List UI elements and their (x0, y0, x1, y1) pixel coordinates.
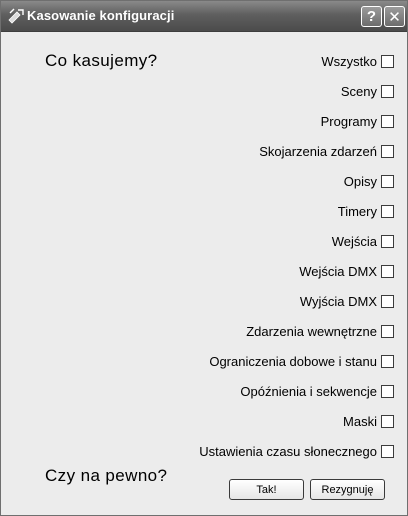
option-wejscia[interactable]: Wejścia (331, 233, 394, 249)
option-wyjscia-dmx[interactable]: Wyjścia DMX (299, 293, 394, 309)
help-icon: ? (366, 8, 377, 25)
checkbox[interactable] (381, 294, 394, 308)
option-label: Timery (337, 203, 377, 219)
checkbox[interactable] (381, 144, 394, 158)
checkbox[interactable] (381, 204, 394, 218)
checkbox[interactable] (381, 54, 394, 68)
option-label: Opóźnienia i sekwencje (240, 383, 377, 399)
question-heading: Co kasujemy? (45, 51, 158, 70)
help-button[interactable]: ? (361, 6, 382, 27)
cancel-button[interactable]: Rezygnuję (310, 479, 385, 500)
option-label: Ograniczenia dobowe i stanu (209, 353, 377, 369)
close-button[interactable]: ✕ (384, 6, 405, 27)
option-label: Wyjścia DMX (299, 293, 377, 309)
checkbox[interactable] (381, 174, 394, 188)
checkbox[interactable] (381, 84, 394, 98)
checkbox[interactable] (381, 444, 394, 458)
option-wszystko[interactable]: Wszystko (321, 53, 394, 69)
option-zdarzenia-wewnetrzne[interactable]: Zdarzenia wewnętrzne (246, 323, 394, 339)
option-opisy[interactable]: Opisy (343, 173, 394, 189)
confirm-button[interactable]: Tak! (229, 479, 304, 500)
option-sceny[interactable]: Sceny (340, 83, 394, 99)
title-bar[interactable]: Kasowanie konfiguracji ? ✕ (1, 1, 407, 32)
option-label: Opisy (343, 173, 377, 189)
option-label: Wszystko (321, 53, 377, 69)
confirm-question: Czy na pewno? (45, 466, 168, 485)
option-maski[interactable]: Maski (343, 413, 394, 429)
option-skojarzenia-zdarzen[interactable]: Skojarzenia zdarzeń (259, 143, 394, 159)
window-title: Kasowanie konfiguracji (27, 8, 175, 23)
option-programy[interactable]: Programy (320, 113, 394, 129)
checkbox[interactable] (381, 324, 394, 338)
option-timery[interactable]: Timery (337, 203, 394, 219)
dialog-content: Co kasujemy? Wszystko Sceny Programy Sko… (4, 32, 404, 512)
checkbox[interactable] (381, 114, 394, 128)
option-wejscia-dmx[interactable]: Wejścia DMX (299, 263, 394, 279)
checkbox[interactable] (381, 264, 394, 278)
option-label: Sceny (340, 83, 377, 99)
option-label: Ustawienia czasu słonecznego (199, 443, 377, 459)
close-icon: ✕ (388, 8, 401, 26)
option-label: Zdarzenia wewnętrzne (246, 323, 377, 339)
option-label: Maski (343, 413, 377, 429)
option-ograniczenia[interactable]: Ograniczenia dobowe i stanu (209, 353, 394, 369)
checkbox[interactable] (381, 354, 394, 368)
checkbox[interactable] (381, 234, 394, 248)
app-icon (7, 8, 25, 24)
checkbox[interactable] (381, 414, 394, 428)
option-label: Skojarzenia zdarzeń (259, 143, 377, 159)
checkbox[interactable] (381, 384, 394, 398)
option-label: Programy (320, 113, 377, 129)
option-label: Wejścia DMX (299, 263, 377, 279)
dialog-window: Kasowanie konfiguracji ? ✕ Co kasujemy? … (0, 0, 408, 516)
option-opoznienia[interactable]: Opóźnienia i sekwencje (240, 383, 394, 399)
option-label: Wejścia (331, 233, 377, 249)
option-czas-sloneczny[interactable]: Ustawienia czasu słonecznego (199, 443, 394, 459)
